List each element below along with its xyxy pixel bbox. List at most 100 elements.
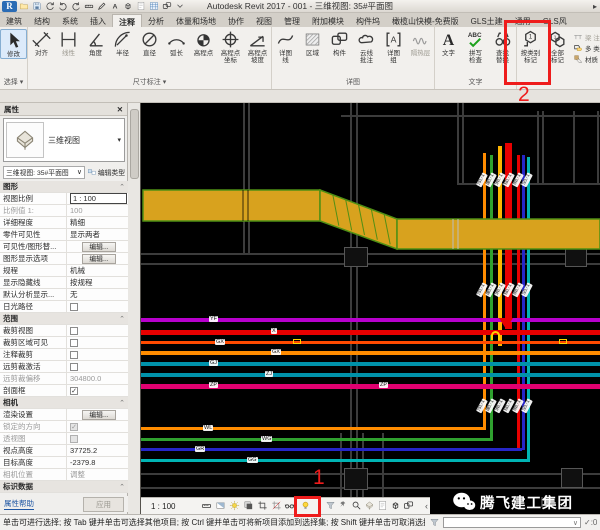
section-header[interactable]: 相机⌃ [0,397,128,409]
ribbon-btn-material-tag[interactable]: 材质 标记 [573,54,600,64]
ribbon-btn-text[interactable]: A文字 [435,29,462,57]
tab-glsfast[interactable]: 橄榄山快模-免费版 [386,14,465,27]
edit-button[interactable]: 编辑... [82,242,115,252]
undo-icon[interactable] [57,1,69,12]
collapse-icon[interactable]: ⌃ [119,183,128,191]
view-scale-control[interactable]: 1 : 100 [151,502,175,511]
ribbon-btn-component[interactable]: 构件 [326,29,353,57]
section-header[interactable]: 图形⌃ [0,181,128,193]
sync-icon[interactable] [44,1,56,12]
ribbon-btn-linear[interactable]: 线性 [55,29,82,57]
tab-analyze[interactable]: 分析 [142,14,170,27]
pencil-icon[interactable] [96,1,108,12]
checkbox[interactable]: ✓ [70,423,78,431]
tab-manage[interactable]: 管理 [278,14,306,27]
pipe-tee-fitting[interactable] [499,318,513,329]
chevdown-icon[interactable] [174,1,186,12]
tab-annotate[interactable]: 注释 [112,14,142,27]
checkbox[interactable] [70,363,78,371]
checkbox[interactable] [70,303,78,311]
tab-architecture[interactable]: 建筑 [0,14,28,27]
tab-view[interactable]: 视图 [250,14,278,27]
pipe[interactable] [141,427,486,430]
ribbon-btn-region[interactable]: 区域 [299,29,326,57]
vcb-temp-view-props[interactable] [324,499,337,512]
ribbon-btn-beam-annotations[interactable]: 梁 注释 [573,32,600,42]
vcb-link-icon[interactable] [389,499,402,512]
checkbox[interactable] [70,339,78,347]
ribbon-btn-detail-group[interactable]: A详图 组 [380,29,407,65]
vcb-thin-lines[interactable] [200,499,213,512]
properties-help-link[interactable]: 属性帮助 [4,498,34,510]
tab-collaborate[interactable]: 协作 [222,14,250,27]
vcb-show-crop[interactable] [270,499,283,512]
value-input[interactable]: 1 : 100 [70,193,127,204]
tab-insert[interactable]: 插入 [84,14,112,27]
ribbon-btn-spelling[interactable]: ABC拼写 检查 [462,29,489,65]
texticon-icon[interactable]: A [109,1,121,12]
vcb-sun-settings[interactable] [228,499,241,512]
pipe[interactable] [141,351,600,355]
ribbon-btn-detail-line[interactable]: 详图 线 [272,29,299,65]
ribbon-btn-modify[interactable]: 修改 [0,29,27,59]
scrollbar-thumb[interactable] [130,109,139,179]
titlebar-expand-icon[interactable]: ▸ [593,2,597,11]
selection-filter-combobox[interactable]: ∨ [443,517,581,528]
vcb-extra[interactable] [402,499,415,512]
tab-systems[interactable]: 系统 [56,14,84,27]
value-cell[interactable]: 按规程 [70,277,93,288]
ribbon-btn-spot-elevation[interactable]: 高程点 [190,29,217,57]
tab-gls-struct[interactable]: GLS土建 [465,14,509,27]
pipe[interactable] [141,438,493,441]
tab-addins[interactable]: 附加模块 [306,14,350,27]
collapse-icon[interactable]: ⌃ [119,483,128,491]
vcb-constraints[interactable] [337,499,350,512]
pipe[interactable] [141,459,530,462]
ribbon-btn-spot-slope[interactable]: 高程点 坡度 [244,29,271,65]
properties-close-icon[interactable]: ✕ [117,103,123,115]
vcb-worksharing[interactable] [363,499,376,512]
checkbox[interactable]: ✓ [70,387,78,395]
redo-icon[interactable] [70,1,82,12]
ribbon-btn-insulation[interactable]: 隔热层 [407,29,434,57]
value-cell[interactable]: 无 [70,289,78,300]
vcb-analytical[interactable] [350,499,363,512]
ribbon-btn-radial[interactable]: 半径 [109,29,136,57]
ribbon-btn-spot-coordinate[interactable]: 高程点 坐标 [217,29,244,65]
nav3d-icon[interactable] [122,1,134,12]
collapse-icon[interactable]: ⌃ [119,315,128,323]
value-cell[interactable]: 机械 [70,265,85,276]
component-icon[interactable] [161,1,173,12]
vcb-collapse[interactable]: ‹ [420,499,433,512]
vcb-visual-style[interactable] [214,499,227,512]
sheet-icon[interactable] [135,1,147,12]
value-cell[interactable]: 37725.2 [70,446,97,455]
value-cell[interactable]: 304800.0 [70,374,101,383]
ribbon-btn-arc-length[interactable]: 弧长 [163,29,190,57]
ribbon-btn-aligned[interactable]: 对齐 [28,29,55,57]
pipe[interactable] [141,373,600,377]
drawing-area[interactable]: YFXGXGXGJZJZPZPWLWGGRGG污L-1废L-1消L-1给L-1雨… [141,103,600,497]
vcb-shadows[interactable] [242,499,255,512]
save-icon[interactable] [31,1,43,12]
tab-massing-site[interactable]: 体量和场地 [170,14,222,27]
properties-scrollbar[interactable] [128,103,141,514]
open-icon[interactable] [18,1,30,12]
value-cell[interactable]: 调整 [70,469,85,480]
value-cell[interactable]: -2379.8 [70,458,95,467]
edit-type-button[interactable]: 编辑类型 [87,167,125,177]
tab-component-hub[interactable]: 构件坞 [350,14,386,27]
vcb-view-ref[interactable] [376,499,389,512]
section-header[interactable]: 标识数据⌃ [0,481,128,493]
view-selector-dropdown[interactable]: 三维视图: 35#平面图 ∨ [3,166,85,179]
ribbon-btn-angular[interactable]: 角度 [82,29,109,57]
pipe[interactable] [141,330,600,335]
tab-structure[interactable]: 结构 [28,14,56,27]
filter-icon[interactable] [429,517,440,528]
edit-button[interactable]: 编辑... [82,410,115,420]
section-header[interactable]: 范围⌃ [0,313,128,325]
value-cell[interactable]: 100 [70,206,83,215]
checkbox[interactable] [70,435,78,443]
collapse-icon[interactable]: ⌃ [119,399,128,407]
gridblue-icon[interactable] [148,1,160,12]
